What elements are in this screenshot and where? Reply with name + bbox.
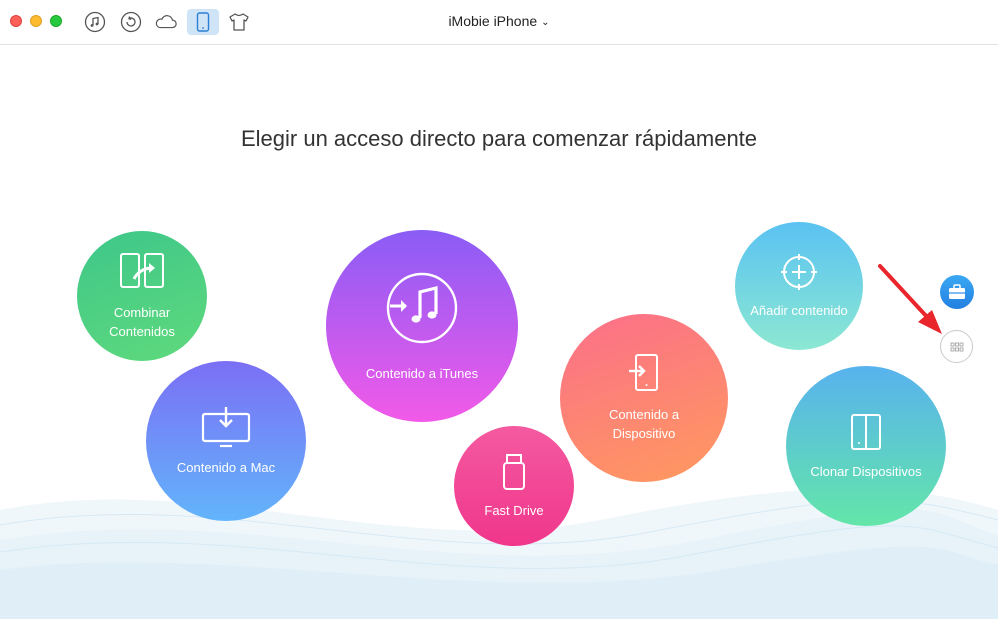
title-bar: iMobie iPhone ⌄ bbox=[0, 0, 998, 45]
add-content-button[interactable]: Añadir contenido bbox=[735, 222, 863, 350]
content-to-device-label: Contenido a Dispositivo bbox=[608, 407, 680, 441]
combine-contents-button[interactable]: Combinar Contenidos bbox=[77, 231, 207, 361]
fast-drive-label: Fast Drive bbox=[484, 502, 544, 518]
itunes-icon bbox=[386, 272, 458, 343]
content-to-mac-button[interactable]: Contenido a Mac bbox=[146, 361, 306, 521]
merge-icon bbox=[120, 253, 164, 288]
content-to-mac-label: Contenido a Mac bbox=[176, 459, 276, 475]
combine-contents-label: Combinar Contenidos bbox=[109, 305, 175, 339]
device-name: iMobie iPhone bbox=[448, 13, 538, 29]
toolbox-icon bbox=[949, 284, 965, 299]
device-selector[interactable]: iMobie iPhone ⌄ bbox=[0, 13, 998, 29]
grid-dots-icon bbox=[950, 342, 963, 351]
add-circle-icon bbox=[781, 253, 817, 290]
content-to-itunes-label: Contenido a iTunes bbox=[365, 365, 479, 381]
device-import-icon bbox=[629, 354, 658, 391]
add-content-label: Añadir contenido bbox=[750, 302, 848, 318]
content-to-device-button[interactable]: Contenido a Dispositivo bbox=[560, 314, 728, 482]
usb-drive-icon bbox=[503, 453, 525, 490]
clone-device-icon bbox=[851, 413, 881, 450]
annotation-arrow bbox=[878, 264, 942, 334]
clone-devices-button[interactable]: Clonar Dispositivos bbox=[786, 366, 946, 526]
clone-devices-label: Clonar Dispositivos bbox=[810, 463, 922, 479]
chevron-down-icon: ⌄ bbox=[541, 17, 550, 28]
monitor-download-icon bbox=[201, 406, 251, 447]
fast-drive-button[interactable]: Fast Drive bbox=[454, 426, 574, 546]
page-title: Elegir un acceso directo para comenzar r… bbox=[240, 126, 758, 151]
content-to-itunes-button[interactable]: Contenido a iTunes bbox=[326, 230, 518, 422]
